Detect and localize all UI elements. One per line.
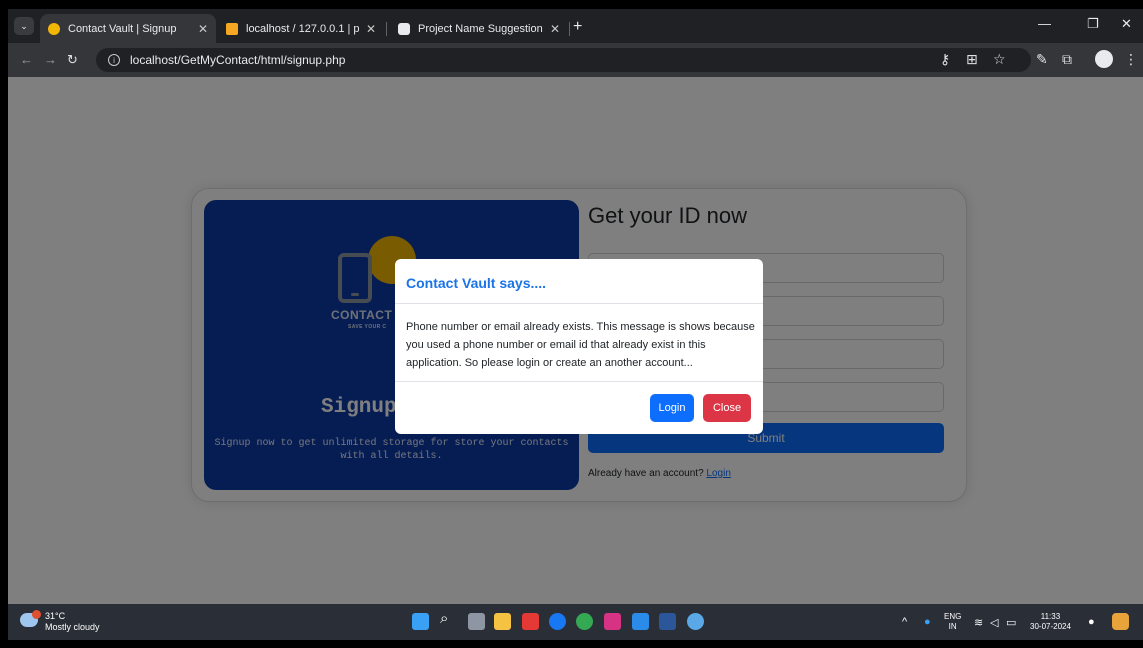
chrome-icon[interactable] xyxy=(576,613,593,630)
profile-avatar[interactable] xyxy=(1095,50,1113,68)
tab-phpmyadmin[interactable]: localhost / 127.0.0.1 | phpMyAd ✕ xyxy=(218,14,384,43)
tab-title: Contact Vault | Signup xyxy=(68,22,177,35)
address-bar[interactable]: i localhost/GetMyContact/html/signup.php xyxy=(96,48,1031,72)
temperature[interactable]: 31°C xyxy=(45,611,65,621)
tab-contact-vault[interactable]: Contact Vault | Signup ✕ xyxy=(40,14,216,43)
extensions-icon[interactable]: ⧉ xyxy=(1062,51,1072,68)
reload-icon[interactable]: ↻ xyxy=(67,52,78,68)
dialog-divider xyxy=(395,381,763,382)
word-icon[interactable] xyxy=(659,613,676,630)
clock-time: 11:33 xyxy=(1040,612,1061,621)
dialog-message: Phone number or email already exists. Th… xyxy=(406,321,755,369)
url-text: localhost/GetMyContact/html/signup.php xyxy=(130,53,346,67)
language-indicator[interactable]: ENG IN xyxy=(944,612,961,632)
eyedropper-icon[interactable]: ✎ xyxy=(1036,51,1048,68)
battery-icon[interactable]: ▭ xyxy=(1006,616,1016,629)
windows-start-icon[interactable] xyxy=(412,613,429,630)
task-view-icon[interactable] xyxy=(468,613,485,630)
close-tab-icon[interactable]: ✕ xyxy=(198,22,208,36)
facebook-icon[interactable] xyxy=(549,613,566,630)
show-hidden-icons-icon[interactable]: ^ xyxy=(902,616,907,628)
browser-toolbar: ← → ↻ i localhost/GetMyContact/html/sign… xyxy=(8,43,1143,77)
site-info-icon[interactable]: i xyxy=(108,54,120,66)
language-code: ENG xyxy=(944,612,962,621)
region-code: IN xyxy=(948,622,957,631)
notification-bell-icon[interactable]: ● xyxy=(1088,616,1095,628)
dialog-divider xyxy=(395,303,763,304)
taskbar: 31°C Mostly cloudy ⌕ ^ ● ENG IN ≋ ◁ ▭ 11… xyxy=(8,604,1143,640)
close-tab-icon[interactable]: ✕ xyxy=(550,22,560,36)
clock-date: 30-07-2024 xyxy=(1030,622,1071,631)
close-button[interactable]: Close xyxy=(703,394,751,422)
wifi-icon[interactable]: ≋ xyxy=(974,616,983,629)
search-icon[interactable]: ⌕ xyxy=(440,610,457,627)
minimize-icon[interactable]: — xyxy=(1038,16,1051,31)
tab-separator xyxy=(569,22,570,36)
bookmark-star-icon[interactable]: ☆ xyxy=(993,51,1006,68)
contact-vault-favicon-icon xyxy=(48,22,60,35)
tab-title: localhost / 127.0.0.1 | phpMyAd xyxy=(246,22,360,35)
file-explorer-icon[interactable] xyxy=(494,613,511,630)
weather-condition[interactable]: Mostly cloudy xyxy=(45,622,100,632)
tab-strip: ⌄ Contact Vault | Signup ✕ localhost / 1… xyxy=(8,9,1143,43)
app-icon[interactable] xyxy=(687,613,704,630)
password-key-icon[interactable]: ⚷ xyxy=(940,51,950,68)
tray-app-icon[interactable]: ● xyxy=(924,616,931,628)
browser-window: ⌄ Contact Vault | Signup ✕ localhost / 1… xyxy=(8,9,1143,640)
new-tab-icon[interactable]: + xyxy=(573,18,582,36)
restore-icon[interactable]: ❐ xyxy=(1087,16,1099,32)
translate-icon[interactable]: ⊞ xyxy=(966,51,978,68)
dialog-title: Contact Vault says.... xyxy=(406,275,547,291)
forward-icon[interactable]: → xyxy=(44,52,57,67)
close-window-icon[interactable]: ✕ xyxy=(1121,16,1132,32)
close-tab-icon[interactable]: ✕ xyxy=(366,22,376,36)
alert-dialog: Contact Vault says.... Phone number or e… xyxy=(395,259,763,434)
login-button[interactable]: Login xyxy=(650,394,694,422)
app-icon[interactable] xyxy=(604,613,621,630)
clock[interactable]: 11:33 30-07-2024 xyxy=(1030,612,1071,632)
chatgpt-favicon-icon xyxy=(398,22,410,35)
youtube-icon[interactable] xyxy=(522,613,539,630)
vscode-icon[interactable] xyxy=(632,613,649,630)
back-icon[interactable]: ← xyxy=(20,52,33,67)
tab-separator xyxy=(386,22,387,36)
copilot-icon[interactable] xyxy=(1112,613,1129,630)
menu-icon[interactable]: ⋮ xyxy=(1124,51,1138,68)
phpmyadmin-favicon-icon xyxy=(226,22,238,35)
tab-project-name[interactable]: Project Name Suggestion ✕ xyxy=(390,14,568,43)
tab-title: Project Name Suggestion xyxy=(418,22,543,35)
volume-icon[interactable]: ◁ xyxy=(990,616,998,629)
tab-search-icon[interactable]: ⌄ xyxy=(14,17,34,35)
weather-alert-icon xyxy=(32,610,41,619)
